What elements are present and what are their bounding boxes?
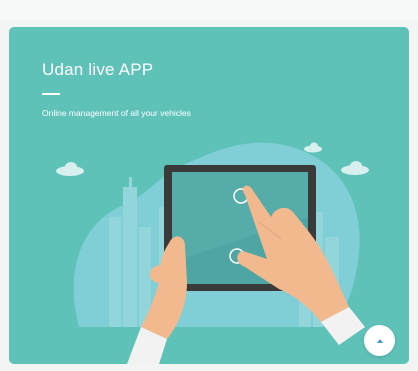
cloud-icon-left xyxy=(56,162,84,176)
top-bar xyxy=(0,0,418,20)
cloud-icon-right-large xyxy=(341,161,369,175)
page: Udan live APP Online management of all y… xyxy=(0,0,418,371)
scroll-to-top-button[interactable] xyxy=(364,325,395,356)
arrow-up-icon xyxy=(376,338,383,343)
card-subtitle: Online management of all your vehicles xyxy=(42,108,191,118)
cloud-icon-right-small xyxy=(304,142,322,153)
title-divider xyxy=(42,93,60,95)
card-title: Udan live APP xyxy=(42,60,154,79)
app-promo-card: Udan live APP Online management of all y… xyxy=(9,27,409,364)
